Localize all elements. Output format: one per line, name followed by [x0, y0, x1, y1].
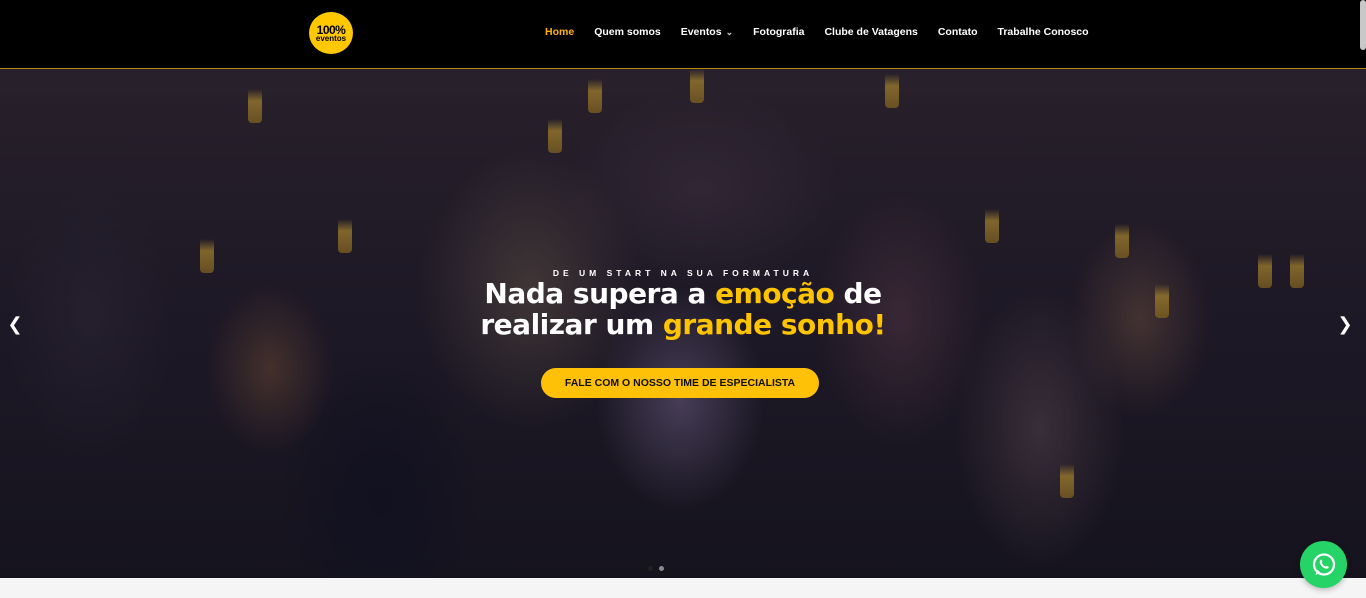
logo-text-bottom: eventos [315, 33, 347, 43]
nav-item-clube-de-vatagens[interactable]: Clube de Vatagens [824, 26, 917, 38]
headline-text-1: Nada supera a [484, 277, 716, 310]
whatsapp-button[interactable] [1300, 541, 1347, 588]
slider-dot-1[interactable] [648, 566, 653, 571]
hero-headline: Nada supera a emoção de realizar um gran… [0, 278, 1366, 340]
headline-text-2: de [834, 277, 883, 310]
nav-item-trabalhe-conosco[interactable]: Trabalhe Conosco [998, 26, 1089, 38]
chevron-down-icon: ⌄ [725, 26, 734, 37]
nav-item-contato[interactable]: Contato [938, 26, 978, 38]
nav-item-eventos[interactable]: Eventos ⌄ [681, 26, 733, 38]
cta-button[interactable]: FALE COM O NOSSO TIME DE ESPECIALISTA [541, 368, 819, 398]
nav-item-eventos-label: Eventos [680, 26, 722, 38]
nav-item-fotografia[interactable]: Fotografia [753, 26, 804, 38]
site-header: 100% eventos Home Quem somos Eventos ⌄ Fo… [0, 0, 1366, 69]
brand-logo[interactable]: 100% eventos [309, 12, 353, 54]
nav-item-home[interactable]: Home [545, 26, 574, 38]
whatsapp-icon [1312, 552, 1335, 576]
hero-slider: DE UM START NA SUA FORMATURA Nada supera… [0, 69, 1366, 578]
nav-item-quem-somos[interactable]: Quem somos [594, 26, 661, 38]
page-scrollbar[interactable] [1360, 0, 1366, 50]
chevron-left-icon[interactable]: ❮ [5, 314, 25, 335]
slider-dot-2[interactable] [659, 566, 664, 571]
headline-text-3: realizar um [480, 308, 663, 341]
headline-highlight-1: emoção [715, 277, 835, 310]
headline-highlight-2: grande sonho! [662, 308, 886, 341]
slider-dots [648, 566, 664, 571]
main-nav: Home Quem somos Eventos ⌄ Fotografia Club… [545, 26, 1109, 38]
chevron-right-icon[interactable]: ❯ [1335, 314, 1355, 335]
